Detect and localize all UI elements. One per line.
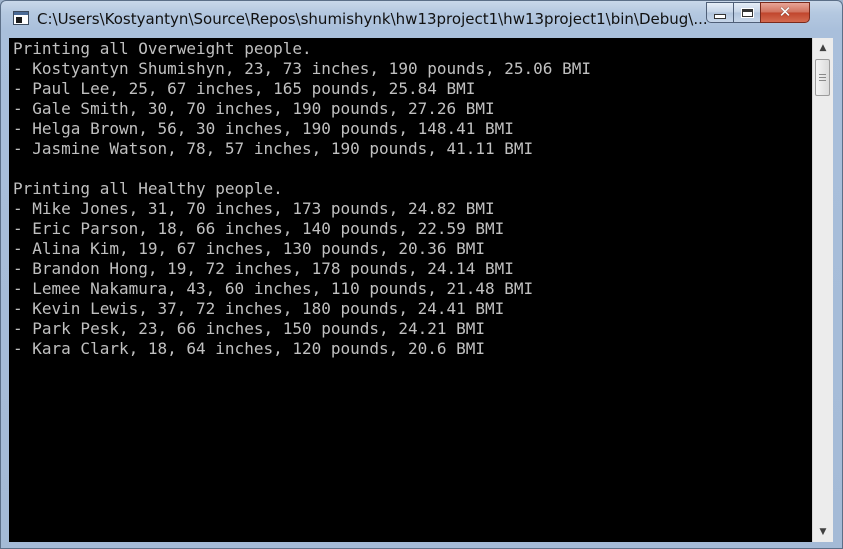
scroll-down-icon[interactable]: ▼ [813,523,833,541]
scroll-thumb-grip [819,80,826,81]
maximize-icon [740,7,754,18]
maximize-button[interactable] [733,2,760,23]
console-line: - Alina Kim, 19, 67 inches, 130 pounds, … [13,239,486,258]
console-line: Printing all Overweight people. [13,39,312,58]
console-line: - Eric Parson, 18, 66 inches, 140 pounds… [13,219,505,238]
scroll-thumb-grip [819,74,826,75]
title-bar[interactable]: C:\Users\Kostyantyn\Source\Repos\shumish… [1,1,842,37]
scroll-up-icon[interactable]: ▲ [813,39,833,57]
console-line: - Lemee Nakamura, 43, 60 inches, 110 pou… [13,279,534,298]
close-button[interactable]: ✕ [760,2,810,23]
minimize-button[interactable] [706,2,733,23]
console-line: - Park Pesk, 23, 66 inches, 150 pounds, … [13,319,486,338]
minimize-icon [714,14,726,19]
close-icon: ✕ [778,3,792,21]
console-line: - Mike Jones, 31, 70 inches, 173 pounds,… [13,199,495,218]
console-lines: Printing all Overweight people. - Kostyan… [13,39,591,359]
window-title: C:\Users\Kostyantyn\Source\Repos\shumish… [37,10,708,28]
console-output[interactable]: Printing all Overweight people. - Kostyan… [9,38,812,542]
console-app-icon[interactable] [13,11,29,25]
console-line: Printing all Healthy people. [13,179,283,198]
console-line: - Kostyantyn Shumishyn, 23, 73 inches, 1… [13,59,591,78]
console-line: - Jasmine Watson, 78, 57 inches, 190 pou… [13,139,534,158]
scroll-thumb[interactable] [815,59,830,96]
vertical-scrollbar[interactable]: ▲ ▼ [812,38,833,542]
console-line: - Brandon Hong, 19, 72 inches, 178 pound… [13,259,514,278]
console-line: - Helga Brown, 56, 30 inches, 190 pounds… [13,119,514,138]
console-window: C:\Users\Kostyantyn\Source\Repos\shumish… [0,0,843,549]
console-line: - Paul Lee, 25, 67 inches, 165 pounds, 2… [13,79,476,98]
console-line: - Kevin Lewis, 37, 72 inches, 180 pounds… [13,299,505,318]
scroll-thumb-grip [819,77,826,78]
window-controls: ✕ [706,2,810,23]
console-line: - Gale Smith, 30, 70 inches, 190 pounds,… [13,99,495,118]
console-line: - Kara Clark, 18, 64 inches, 120 pounds,… [13,339,486,358]
